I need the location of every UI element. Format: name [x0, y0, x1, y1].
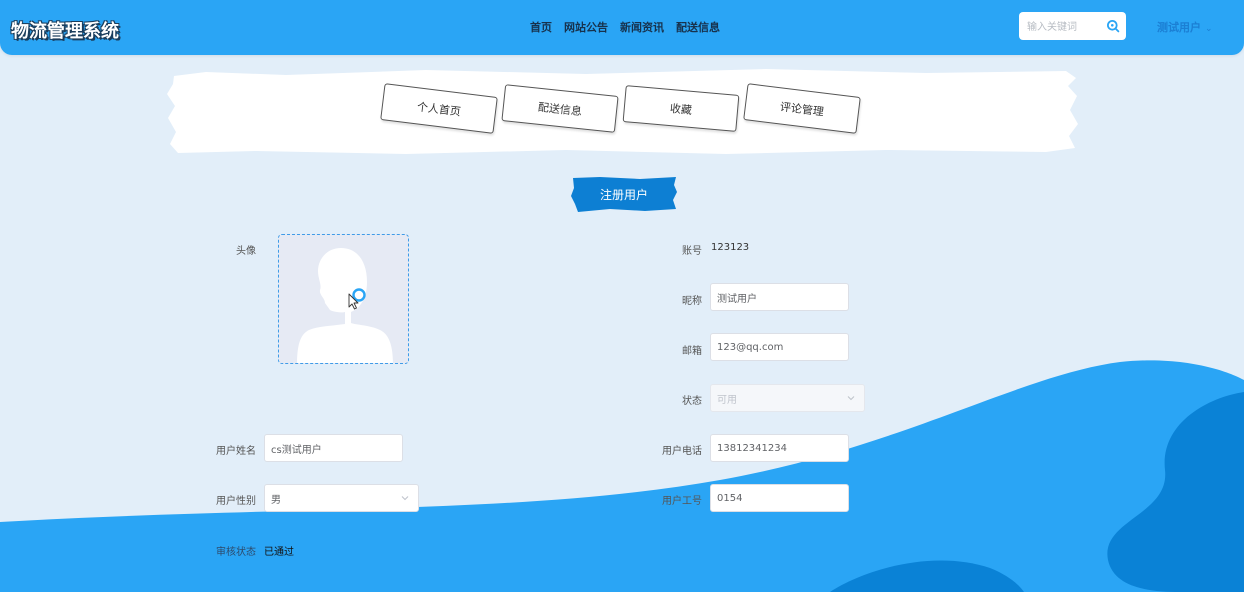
search-icon[interactable] [1106, 19, 1120, 33]
gender-label: 用户性别 [216, 496, 256, 507]
avatar-placeholder-icon [279, 235, 408, 363]
tab-label: 评论管理 [779, 99, 825, 119]
avatar-upload[interactable] [278, 234, 409, 364]
user-menu[interactable]: 测试用户 ⌄ [1157, 19, 1213, 35]
avatar-label: 头像 [236, 246, 256, 257]
nav-news[interactable]: 新闻资讯 [620, 19, 664, 35]
search-input[interactable] [1025, 18, 1104, 36]
nav-announcements[interactable]: 网站公告 [564, 19, 608, 35]
tab-label: 个人首页 [416, 99, 462, 119]
status-label: 状态 [682, 396, 702, 407]
phone-label: 用户电话 [662, 446, 702, 457]
tab-label: 收藏 [669, 101, 693, 117]
account-label: 账号 [682, 246, 702, 257]
chevron-down-icon [401, 496, 409, 501]
status-select[interactable]: 可用 [710, 384, 865, 412]
audit-status-value: 已通过 [264, 547, 294, 558]
audit-status-label: 审核状态 [216, 547, 256, 558]
realname-input[interactable] [264, 434, 403, 462]
register-button-label: 注册用户 [599, 187, 648, 202]
search-box [1019, 12, 1126, 40]
site-logo[interactable]: 物流管理系统 [11, 17, 119, 43]
tab-label: 配送信息 [537, 100, 583, 118]
employee-no-input[interactable] [710, 484, 849, 512]
employee-no-label: 用户工号 [662, 496, 702, 507]
main-nav: 首页 网站公告 新闻资讯 配送信息 [530, 19, 720, 35]
tabs-band: 个人首页 配送信息 收藏 评论管理 [166, 66, 1078, 156]
top-header: 物流管理系统 首页 网站公告 新闻资讯 配送信息 测试用户 ⌄ [0, 0, 1244, 55]
nav-home[interactable]: 首页 [530, 19, 552, 35]
email-input[interactable] [710, 333, 849, 361]
account-value: 123123 [711, 242, 750, 253]
nickname-label: 昵称 [682, 296, 702, 307]
register-user-button[interactable]: 注册用户 [570, 176, 678, 212]
realname-label: 用户姓名 [216, 446, 256, 457]
nav-delivery[interactable]: 配送信息 [676, 19, 720, 35]
status-select-value: 可用 [717, 394, 737, 406]
email-label: 邮箱 [682, 346, 702, 357]
phone-input[interactable] [710, 434, 849, 462]
brush-stroke-background [167, 69, 1078, 154]
gender-select[interactable]: 男 [264, 484, 419, 512]
chevron-down-icon: ⌄ [1205, 24, 1213, 34]
nickname-input[interactable] [710, 283, 849, 311]
gender-select-value: 男 [271, 494, 281, 506]
user-name: 测试用户 [1157, 21, 1201, 34]
chevron-down-icon [847, 396, 855, 401]
